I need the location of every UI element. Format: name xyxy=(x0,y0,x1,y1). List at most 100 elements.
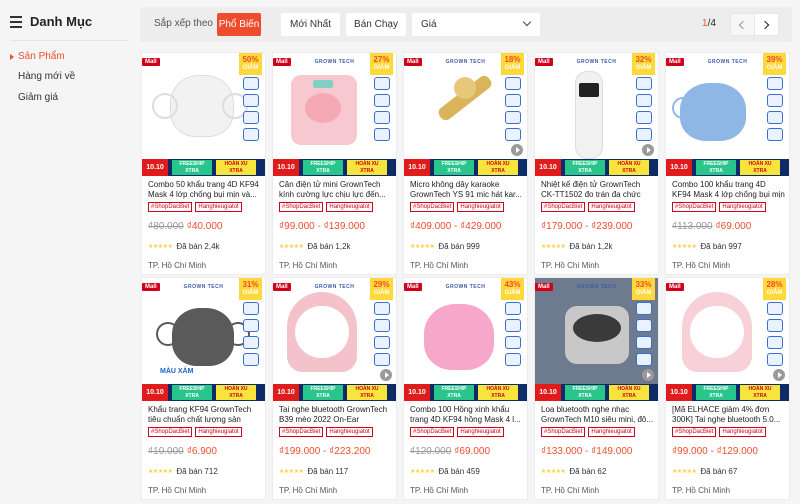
product-card[interactable]: GROWN TECH Mall 43% GIẢM 10.10 FREESHIP X… xyxy=(403,277,528,500)
product-image[interactable]: GROWN TECH Mall 32% GIẢM 10.10 FREESHIP X… xyxy=(535,53,658,176)
sold-count: Đã bán 712 xyxy=(176,467,218,476)
product-rating: ★★★★★ Đã bán 1,2k xyxy=(541,242,613,251)
product-card[interactable]: GROWN TECH Mall 33% GIẢM 10.10 FREESHIP X… xyxy=(534,277,659,500)
mall-badge: Mall xyxy=(404,58,422,66)
video-play-icon[interactable] xyxy=(380,369,392,381)
video-play-icon[interactable] xyxy=(773,369,785,381)
feature-icons xyxy=(243,77,261,141)
product-image[interactable]: GROWN TECH MÀU XÁM Mall 31% GIẢM 10.10 F… xyxy=(142,278,265,401)
sidebar-item-san-pham[interactable]: Sản Phẩm xyxy=(18,51,65,62)
promo-banner: 10.10 FREESHIP XTRA HOÀN XU XTRA xyxy=(666,159,789,176)
star-rating-icon: ★★★★★ xyxy=(279,244,304,250)
current-price: ₫69.000 xyxy=(715,221,752,232)
discount-badge: 31% GIẢM xyxy=(239,278,262,300)
current-price: ₫6.900 xyxy=(186,446,217,457)
product-name[interactable]: Combo 50 khẩu trang 4D KF94 Mask 4 lớp c… xyxy=(148,180,262,200)
promo-1010: 10.10 xyxy=(142,384,168,401)
product-price: ₫99.000 - ₫129.000 xyxy=(672,446,758,457)
product-location: TP. Hồ Chí Minh xyxy=(672,261,731,270)
product-image[interactable]: GROWN TECH Mall 27% GIẢM 10.10 FREESHIP X… xyxy=(273,53,396,176)
sort-popular-button[interactable]: Phổ Biến xyxy=(217,13,261,36)
product-card[interactable]: GROWN TECH Mall 29% GIẢM 10.10 FREESHIP X… xyxy=(272,277,397,500)
old-price: ₫80.000 xyxy=(148,221,184,232)
feature-icons xyxy=(505,302,523,366)
sold-count: Đã bán 117 xyxy=(307,467,349,476)
product-card[interactable]: GROWN TECH Mall 32% GIẢM 10.10 FREESHIP X… xyxy=(534,52,659,275)
next-page-button[interactable] xyxy=(754,13,779,36)
product-card[interactable]: Mall 50% GIẢM 10.10 FREESHIP XTRA HOÀN XU… xyxy=(141,52,266,275)
promo-freeship: FREESHIP XTRA xyxy=(565,385,605,400)
discount-label: GIẢM xyxy=(766,290,783,296)
product-tags: #ShopDacBiet Hanghieugiatot xyxy=(541,202,635,212)
product-price: ₫99.000 - ₫139.000 xyxy=(279,221,365,232)
product-name[interactable]: Combo 100 khẩu trang 4D KF94 Mask 4 lớp … xyxy=(672,180,786,200)
product-tags: #ShopDacBiet Hanghieugiatot xyxy=(672,427,766,437)
product-tag: Hanghieugiatot xyxy=(588,202,635,212)
product-image[interactable]: GROWN TECH Mall 39% GIẢM 10.10 FREESHIP X… xyxy=(666,53,789,176)
sort-bestselling-button[interactable]: Bán Chạy xyxy=(346,13,406,36)
product-name[interactable]: Micro không dây karaoke GrownTech YS 91 … xyxy=(410,180,524,200)
sidebar-item-giam-gia[interactable]: Giảm giá xyxy=(18,92,58,103)
price-sort-select[interactable]: Giá xyxy=(412,13,540,36)
sort-newest-button[interactable]: Mới Nhất xyxy=(281,13,340,36)
discount-badge: 43% GIẢM xyxy=(501,278,524,300)
product-card[interactable]: GROWN TECH Mall 18% GIẢM 10.10 FREESHIP X… xyxy=(403,52,528,275)
product-location: TP. Hồ Chí Minh xyxy=(541,486,600,495)
product-image[interactable]: Mall 50% GIẢM 10.10 FREESHIP XTRA HOÀN XU… xyxy=(142,53,265,176)
promo-banner: 10.10 FREESHIP XTRA HOÀN XU XTRA xyxy=(535,159,658,176)
product-tags: #ShopDacBiet Hanghieugiatot xyxy=(148,202,242,212)
product-price: ₫133.000 - ₫149.000 xyxy=(541,446,632,457)
sort-bar: Sắp xếp theo Phổ Biến Mới Nhất Bán Chạy … xyxy=(140,7,792,42)
feature-icons xyxy=(767,77,785,141)
discount-label: GIẢM xyxy=(373,290,390,296)
video-play-icon[interactable] xyxy=(511,144,523,156)
feature-icons xyxy=(374,302,392,366)
star-rating-icon: ★★★★★ xyxy=(541,244,566,250)
product-image[interactable]: GROWN TECH Mall 43% GIẢM 10.10 FREESHIP X… xyxy=(404,278,527,401)
product-tag: #ShopDacBiet xyxy=(148,427,193,437)
product-card[interactable]: GROWN TECH MÀU XÁM Mall 31% GIẢM 10.10 F… xyxy=(141,277,266,500)
product-name[interactable]: Khẩu trang KF94 GrownTech tiêu chuẩn chấ… xyxy=(148,405,262,425)
product-name[interactable]: Cân điện tử mini GrownTech kính cường lự… xyxy=(279,180,393,200)
product-image[interactable]: Mall 28% GIẢM 10.10 FREESHIP XTRA HOÀN XU… xyxy=(666,278,789,401)
product-name[interactable]: [Mã ELHACE giảm 4% đơn 300K] Tai nghe bl… xyxy=(672,405,786,425)
sold-count: Đã bán 2,4k xyxy=(176,242,220,251)
product-card[interactable]: Mall 28% GIẢM 10.10 FREESHIP XTRA HOÀN XU… xyxy=(665,277,790,500)
caret-right-icon xyxy=(10,54,14,60)
sidebar-item-hang-moi-ve[interactable]: Hàng mới về xyxy=(18,71,75,82)
promo-hoan-xu: HOÀN XU XTRA xyxy=(740,385,780,400)
product-tags: #ShopDacBiet Hanghieugiatot xyxy=(672,202,766,212)
product-card[interactable]: GROWN TECH Mall 27% GIẢM 10.10 FREESHIP X… xyxy=(272,52,397,275)
promo-banner: 10.10 FREESHIP XTRA HOÀN XU XTRA xyxy=(273,384,396,401)
promo-hoan-xu: HOÀN XU XTRA xyxy=(216,385,256,400)
video-play-icon[interactable] xyxy=(642,144,654,156)
video-play-icon[interactable] xyxy=(642,369,654,381)
mall-badge: Mall xyxy=(666,58,684,66)
promo-hoan-xu: HOÀN XU XTRA xyxy=(609,385,649,400)
product-tag: Hanghieugiatot xyxy=(719,202,766,212)
product-name[interactable]: Nhiệt kế điện tử GrownTech CK-TT1502 đo … xyxy=(541,180,655,200)
product-name[interactable]: Tai nghe bluetooth GrownTech B39 mèo 202… xyxy=(279,405,393,425)
discount-badge: 50% GIẢM xyxy=(239,53,262,75)
mall-badge: Mall xyxy=(142,58,160,66)
discount-label: GIẢM xyxy=(373,65,390,71)
product-image[interactable]: GROWN TECH Mall 29% GIẢM 10.10 FREESHIP X… xyxy=(273,278,396,401)
list-icon xyxy=(10,15,22,28)
promo-banner: 10.10 FREESHIP XTRA HOÀN XU XTRA xyxy=(535,384,658,401)
product-name[interactable]: Loa bluetooth nghe nhạc GrownTech M10 si… xyxy=(541,405,655,425)
product-tag: Hanghieugiatot xyxy=(326,202,373,212)
product-tag: #ShopDacBiet xyxy=(541,427,586,437)
promo-banner: 10.10 FREESHIP XTRA HOÀN XU XTRA xyxy=(404,159,527,176)
promo-1010: 10.10 xyxy=(142,159,168,176)
prev-page-button[interactable] xyxy=(730,13,755,36)
product-card[interactable]: GROWN TECH Mall 39% GIẢM 10.10 FREESHIP X… xyxy=(665,52,790,275)
product-name[interactable]: Combo 100 Hồng xinh khẩu trang 4D KF94 h… xyxy=(410,405,524,425)
product-image[interactable]: GROWN TECH Mall 18% GIẢM 10.10 FREESHIP X… xyxy=(404,53,527,176)
product-tag: Hanghieugiatot xyxy=(719,427,766,437)
product-rating: ★★★★★ Đã bán 459 xyxy=(410,467,480,476)
mall-badge: Mall xyxy=(273,58,291,66)
product-image[interactable]: GROWN TECH Mall 33% GIẢM 10.10 FREESHIP X… xyxy=(535,278,658,401)
chevron-left-icon xyxy=(738,20,748,30)
discount-badge: 28% GIẢM xyxy=(763,278,786,300)
star-rating-icon: ★★★★★ xyxy=(279,469,304,475)
